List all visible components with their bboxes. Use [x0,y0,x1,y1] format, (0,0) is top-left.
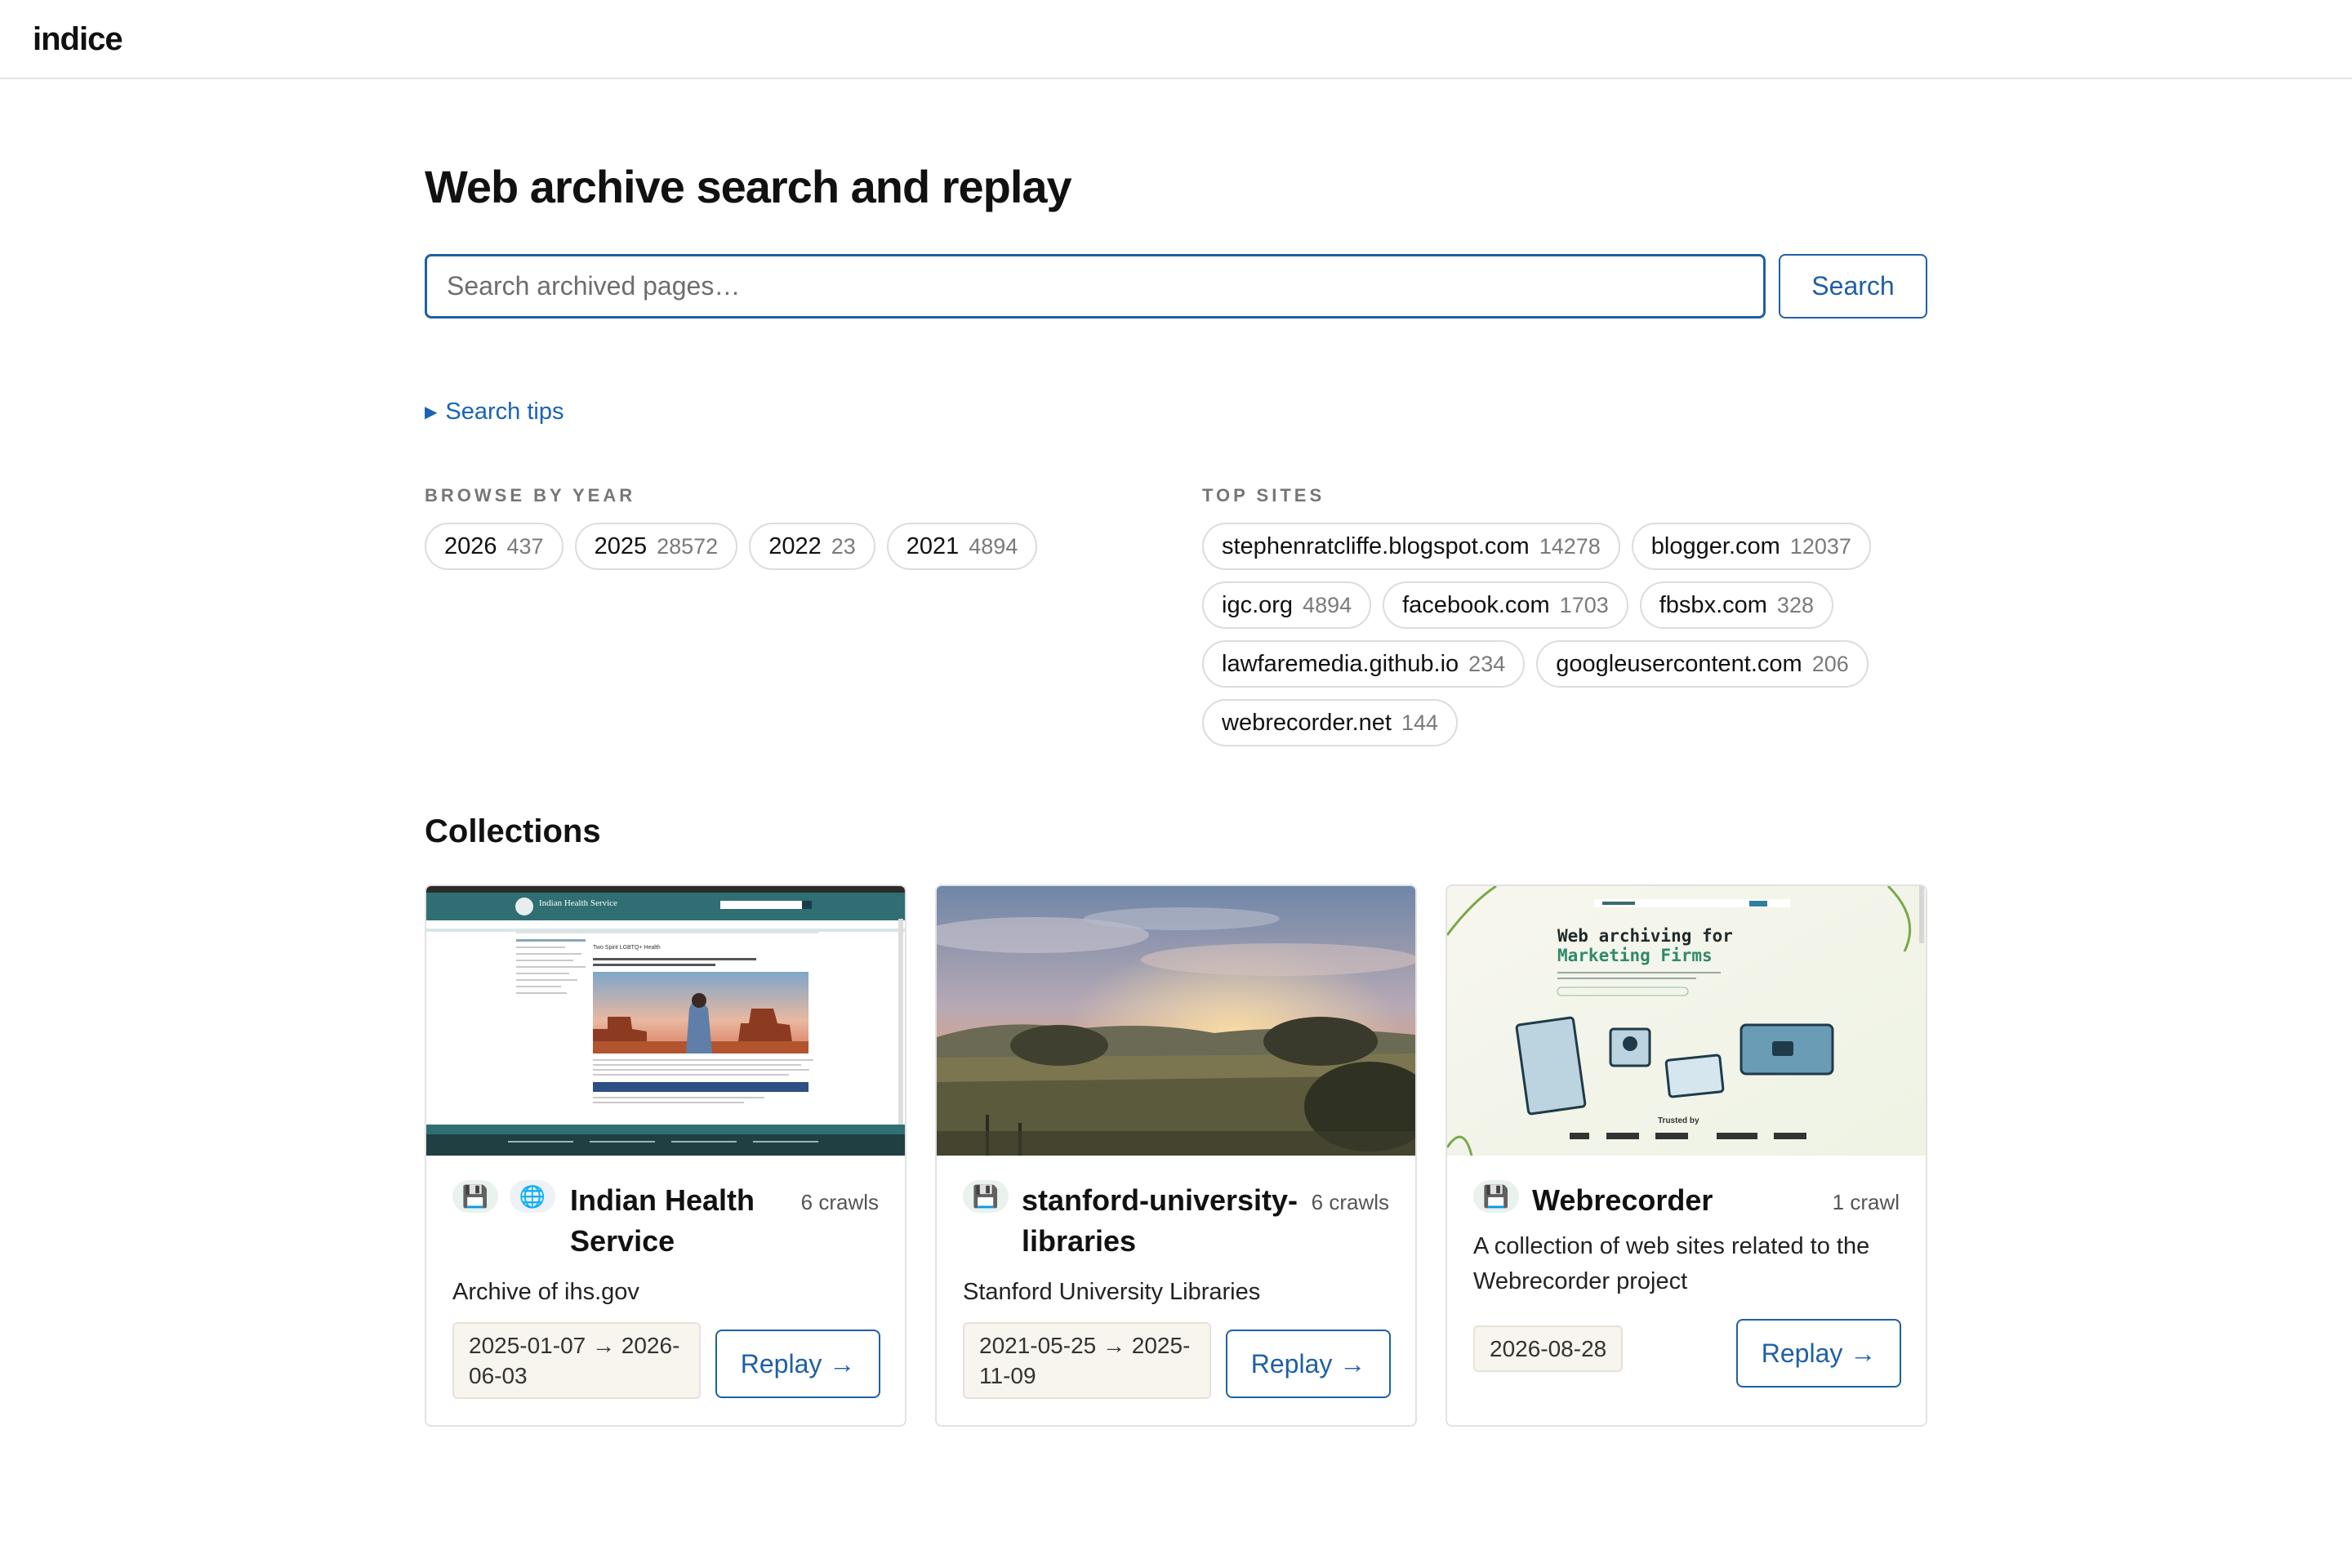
collections-heading: Collections [425,813,601,849]
replay-button[interactable]: Replay → [715,1330,880,1398]
year-value: 2022 [768,532,822,559]
replay-button[interactable]: Replay → [1736,1319,1901,1388]
top-site-chip[interactable]: googleusercontent.com 206 [1536,640,1869,688]
year-value: 2026 [444,532,497,559]
top-site-chip[interactable]: fbsbx.com 328 [1639,581,1833,629]
year-count: 23 [831,533,856,559]
site-count: 206 [1811,651,1849,676]
top-site-chip[interactable]: webrecorder.net 144 [1202,699,1459,746]
triangle-right-icon: ▶ [425,403,438,421]
thumb-headline-2: Marketing Firms [1557,946,1713,965]
year-chip[interactable]: 2022 23 [749,523,875,570]
site-count: 14278 [1539,533,1601,559]
thumb-site-name: Indian Health Service [539,898,617,908]
collection-card: Indian Health Service Two Spirit LGBTQ+ … [425,884,906,1427]
collection-card: Web archiving for Marketing Firms Truste… [1446,884,1927,1427]
year-chip[interactable]: 2026 437 [425,523,564,570]
date-badge: 2026-08-28 [1473,1325,1624,1372]
site-count: 144 [1401,710,1439,735]
year-value: 2021 [906,532,960,559]
site-name: igc.org [1222,591,1294,618]
top-site-chip[interactable]: igc.org 4894 [1202,581,1372,629]
year-count: 4894 [969,533,1018,559]
replay-button[interactable]: Replay → [1226,1330,1391,1398]
browse-by-year-label: BROWSE BY YEAR [425,485,636,506]
collection-thumbnail[interactable]: Web archiving for Marketing Firms Truste… [1447,886,1926,1156]
top-bar: indice [0,0,2352,79]
search-input[interactable] [425,254,1766,318]
site-name: webrecorder.net [1222,709,1392,736]
collection-thumbnail[interactable] [937,886,1415,1156]
crawl-count: 6 crawls [1311,1190,1389,1214]
top-site-chips: stephenratcliffe.blogspot.com 14278 blogg… [1202,523,1927,746]
card-header: 💾 🌐 Indian Health Service 6 crawls [452,1180,879,1270]
crawl-count: 1 crawl [1832,1190,1900,1214]
page-title: Web archive search and replay [425,161,1072,212]
top-site-chip[interactable]: facebook.com 1703 [1383,581,1628,629]
thumb-trusted-by: Trusted by [1658,1116,1699,1125]
collection-description: Stanford University Libraries [963,1279,1261,1305]
site-name: googleusercontent.com [1556,650,1802,677]
card-icons: 💾 [1473,1180,1530,1213]
card-icons: 💾 [963,1180,1020,1213]
year-count: 437 [506,533,544,559]
search-tips-toggle[interactable]: ▶ Search tips [425,399,564,425]
collection-description: Archive of ihs.gov [452,1279,639,1305]
collection-title[interactable]: Webrecorder [1532,1180,1810,1221]
thumb-headline-1: Web archiving for [1557,926,1733,946]
top-site-chip[interactable]: blogger.com 12037 [1631,523,1871,570]
floppy-disk-icon: 💾 [963,1180,1009,1213]
card-header: 💾 Webrecorder 1 crawl [1473,1180,1900,1229]
card-header: 💾 stanford-university-libraries 6 crawls [963,1180,1389,1270]
search-button[interactable]: Search [1779,254,1927,318]
collection-title[interactable]: stanford-university-libraries [1022,1180,1299,1262]
site-name: fbsbx.com [1659,591,1767,618]
globe-icon: 🌐 [510,1180,555,1213]
top-site-chip[interactable]: lawfaremedia.github.io 234 [1202,640,1526,688]
collection-title[interactable]: Indian Health Service [570,1180,774,1262]
top-sites-label: TOP SITES [1202,485,1325,506]
thumb-page-heading: Two Spirit LGBTQ+ Health [593,945,661,951]
site-name: blogger.com [1650,532,1780,559]
year-chip[interactable]: 2021 4894 [886,523,1038,570]
search-tips-label: Search tips [445,399,564,425]
site-name: stephenratcliffe.blogspot.com [1222,532,1530,559]
floppy-disk-icon: 💾 [1473,1180,1519,1213]
site-name: facebook.com [1402,591,1550,618]
date-range-badge: 2025-01-07 → 2026-06-03 [452,1322,701,1399]
site-name: lawfaremedia.github.io [1222,650,1459,677]
year-value: 2025 [594,532,648,559]
site-count: 328 [1776,592,1814,617]
collection-thumbnail[interactable]: Indian Health Service Two Spirit LGBTQ+ … [426,886,905,1156]
year-chip[interactable]: 2025 28572 [574,523,738,570]
card-icons: 💾 🌐 [452,1180,567,1213]
brand-logo[interactable]: indice [33,21,123,58]
crawl-count: 6 crawls [800,1190,879,1214]
site-count: 4894 [1303,592,1352,617]
year-chips: 2026 437 2025 28572 2022 23 2021 4894 [425,523,1160,570]
floppy-disk-icon: 💾 [452,1180,498,1213]
year-count: 28572 [657,533,719,559]
top-site-chip[interactable]: stephenratcliffe.blogspot.com 14278 [1202,523,1620,570]
date-range-badge: 2021-05-25 → 2025-11-09 [963,1322,1211,1399]
collection-card: 💾 stanford-university-libraries 6 crawls… [935,884,1417,1427]
collection-description: A collection of web sites related to the… [1473,1233,1870,1294]
site-count: 12037 [1789,533,1851,559]
site-count: 1703 [1559,592,1609,617]
site-count: 234 [1468,651,1506,676]
